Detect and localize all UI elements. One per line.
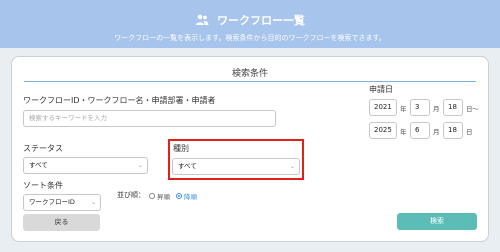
date-range-separator: 〜 [472, 105, 479, 113]
from-year-input[interactable]: 2021 [369, 99, 397, 116]
page-header: ワークフロー一覧 ワークフローの一覧を表示します。検索条件から目的のワークフロー… [0, 0, 500, 48]
header-title-row: ワークフロー一覧 [0, 12, 500, 28]
sort-select-value: ワークフローID [29, 198, 75, 206]
status-label: ステータス [23, 144, 63, 153]
search-button[interactable]: 検索 [397, 213, 477, 230]
to-month-unit: 月 [433, 128, 440, 136]
panel-divider [24, 81, 476, 82]
sort-desc-label: 降順 [184, 193, 197, 201]
date-label: 申請日 [369, 85, 393, 94]
page-title: ワークフロー一覧 [217, 14, 305, 27]
status-select[interactable]: すべて ⌄ [23, 157, 148, 174]
sort-desc-radio[interactable] [176, 193, 182, 199]
status-select-value: すべて [29, 161, 48, 169]
from-year-unit: 年 [400, 105, 407, 113]
from-month-input[interactable]: 3 [410, 99, 430, 116]
chevron-down-icon: ⌄ [137, 162, 143, 169]
sort-asc-label: 昇順 [157, 193, 170, 201]
search-panel-title: 検索条件 [231, 69, 268, 79]
to-year-unit: 年 [400, 128, 407, 136]
page-description: ワークフローの一覧を表示します。検索条件から目的のワークフローを検索できます。 [114, 34, 386, 42]
from-day-input[interactable]: 18 [443, 99, 463, 116]
from-month-unit: 月 [433, 105, 440, 113]
highlight-box [168, 139, 304, 180]
to-year-input[interactable]: 2025 [369, 122, 397, 139]
chevron-down-icon: ⌄ [90, 199, 96, 206]
sort-label: ソート条件 [23, 181, 63, 190]
to-day-unit: 日 [466, 128, 473, 136]
sort-select[interactable]: ワークフローID ⌄ [23, 194, 101, 211]
sort-order-label: 並び順： [117, 191, 145, 199]
users-icon [196, 14, 209, 25]
keyword-label: ワークフローID・ワークフロー名・申請部署・申請者 [23, 96, 216, 105]
back-button[interactable]: 戻る [23, 214, 100, 231]
keyword-input[interactable]: 検索するキーワードを入力 [23, 110, 276, 127]
to-day-input[interactable]: 18 [443, 122, 463, 139]
sort-asc-radio[interactable] [149, 193, 155, 199]
to-month-input[interactable]: 6 [410, 122, 430, 139]
